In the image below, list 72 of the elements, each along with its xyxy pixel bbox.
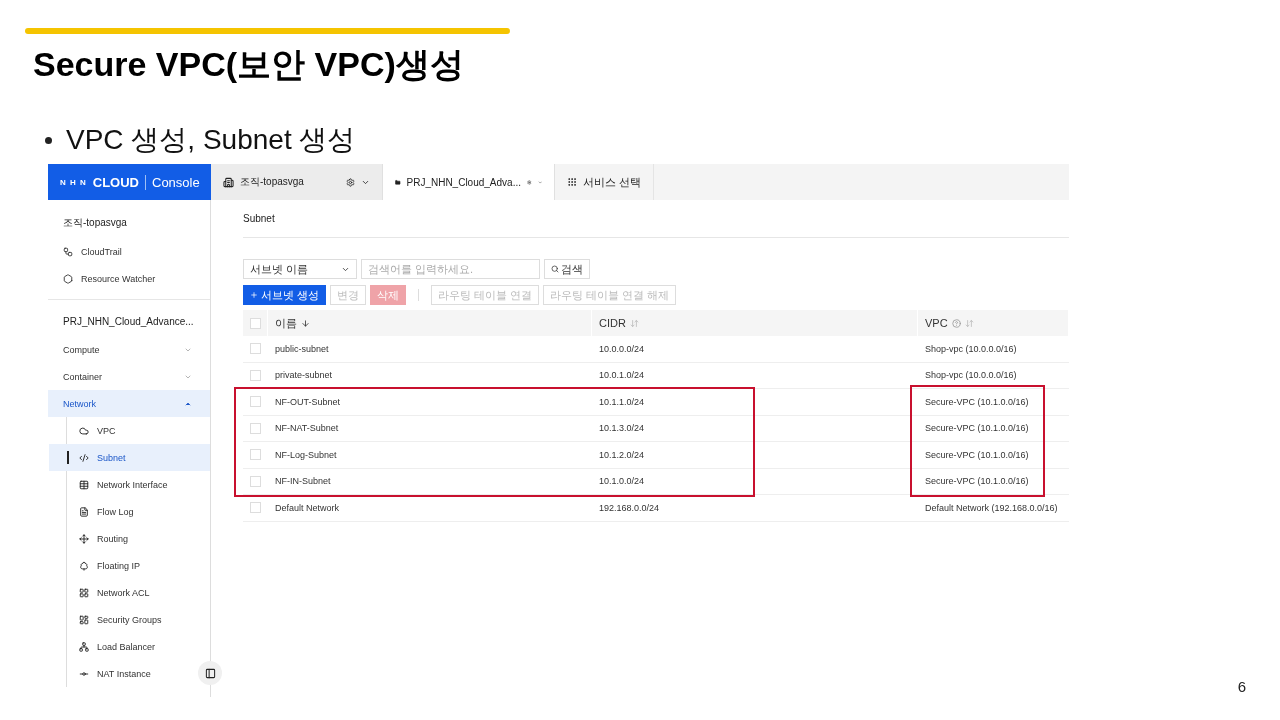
table-cell: Secure-VPC (10.1.0.0/16) (918, 389, 1069, 416)
column-header[interactable]: 이름 (268, 310, 592, 336)
sidebar-section[interactable]: Compute (48, 336, 210, 363)
bullet-icon (45, 136, 52, 144)
sidebar-item[interactable]: Subnet (49, 444, 210, 471)
column-header[interactable]: VPC (918, 310, 1069, 336)
org-name: 조직-topasvga (62, 216, 128, 230)
search-field[interactable]: 검색어를 입력하세요. (361, 259, 540, 279)
table-cell: Shop-vpc (10.0.0.0/16) (918, 336, 1069, 363)
page-title: Subnet (243, 200, 1069, 238)
settings-icon (346, 177, 355, 187)
table-cell: 10.1.1.0/24 (592, 389, 918, 416)
slide-title: Secure VPC(보안 VPC)생성 (33, 44, 465, 85)
table-cell: Default Network (268, 495, 592, 522)
settings-icon (527, 177, 532, 187)
table-cell: NF-IN-Subnet (268, 468, 592, 495)
workflow-icon (63, 246, 73, 257)
help-icon (951, 318, 961, 328)
plus-icon (250, 291, 258, 299)
hexagon-icon (63, 273, 73, 284)
sidebar-item[interactable]: Network Interface (49, 471, 210, 498)
sidebar-section[interactable]: Container (48, 363, 210, 390)
table-cell: NF-Log-Subnet (268, 442, 592, 469)
sidebar-item[interactable]: Security Groups (49, 606, 210, 633)
table-cell: NF-NAT-Subnet (268, 415, 592, 442)
table-cell: Secure-VPC (10.1.0.0/16) (918, 442, 1069, 469)
panel-icon (204, 667, 216, 679)
action-button[interactable]: 서브넷 생성 (243, 285, 327, 305)
table-cell: private-subnet (268, 362, 592, 389)
sidebar-item[interactable]: Flow Log (49, 498, 210, 525)
table-cell: 10.1.3.0/24 (592, 415, 918, 442)
sidebar-item[interactable]: Resource Watcher (48, 265, 210, 292)
table-cell: 10.1.2.0/24 (592, 442, 918, 469)
table-cell: 192.168.0.0/24 (592, 495, 918, 522)
bullet-text: VPC 생성, Subnet 생성 (66, 123, 356, 157)
checkbox[interactable] (250, 449, 261, 461)
checkbox[interactable] (250, 317, 261, 329)
header-tab[interactable]: PRJ_NHN_Cloud_Adva... (383, 164, 555, 200)
sidebar-section[interactable]: Network (48, 390, 210, 417)
sidebar-item[interactable]: VPC (49, 417, 210, 444)
grid-icon (567, 177, 577, 187)
project-name: PRJ_NHN_Cloud_Advance... (62, 314, 195, 329)
table-cell: 10.0.0.0/24 (592, 336, 918, 363)
building-icon (223, 176, 234, 188)
table-cell: Default Network (192.168.0.0/16) (918, 495, 1069, 522)
table-cell: Secure-VPC (10.1.0.0/16) (918, 415, 1069, 442)
field-select[interactable]: 서브넷 이름 (243, 259, 357, 279)
checkbox[interactable] (250, 343, 261, 355)
table-cell: Secure-VPC (10.1.0.0/16) (918, 468, 1069, 495)
sidebar-item[interactable]: Load Balancer (49, 633, 210, 660)
checkbox[interactable] (250, 502, 261, 514)
checkbox[interactable] (250, 369, 261, 381)
checkbox[interactable] (250, 475, 261, 487)
table-cell: NF-OUT-Subnet (268, 389, 592, 416)
header-tab[interactable]: 조직-topasvga (211, 164, 383, 200)
search-icon (551, 265, 559, 273)
collapse-button[interactable] (198, 661, 222, 685)
table-cell: 10.0.1.0/24 (592, 362, 918, 389)
sidebar-item[interactable]: CloudTrail (48, 238, 210, 265)
sidebar-item[interactable]: Routing (49, 525, 210, 552)
table-cell: 10.1.0.0/24 (592, 468, 918, 495)
service-select-button[interactable]: 서비스 선택 (555, 164, 655, 200)
checkbox[interactable] (250, 422, 261, 434)
checkbox[interactable] (250, 396, 261, 408)
column-header[interactable]: CIDR (592, 310, 918, 336)
sidebar-item[interactable]: Network ACL (49, 579, 210, 606)
page-number: 6 (1237, 678, 1246, 695)
table-cell: public-subnet (268, 336, 592, 363)
table-cell: Shop-vpc (10.0.0.0/16) (918, 362, 1069, 389)
sidebar-item[interactable]: Floating IP (49, 552, 210, 579)
logo[interactable]: N H N CLOUD Console (48, 164, 211, 200)
search-button[interactable]: 검색 (544, 259, 590, 279)
